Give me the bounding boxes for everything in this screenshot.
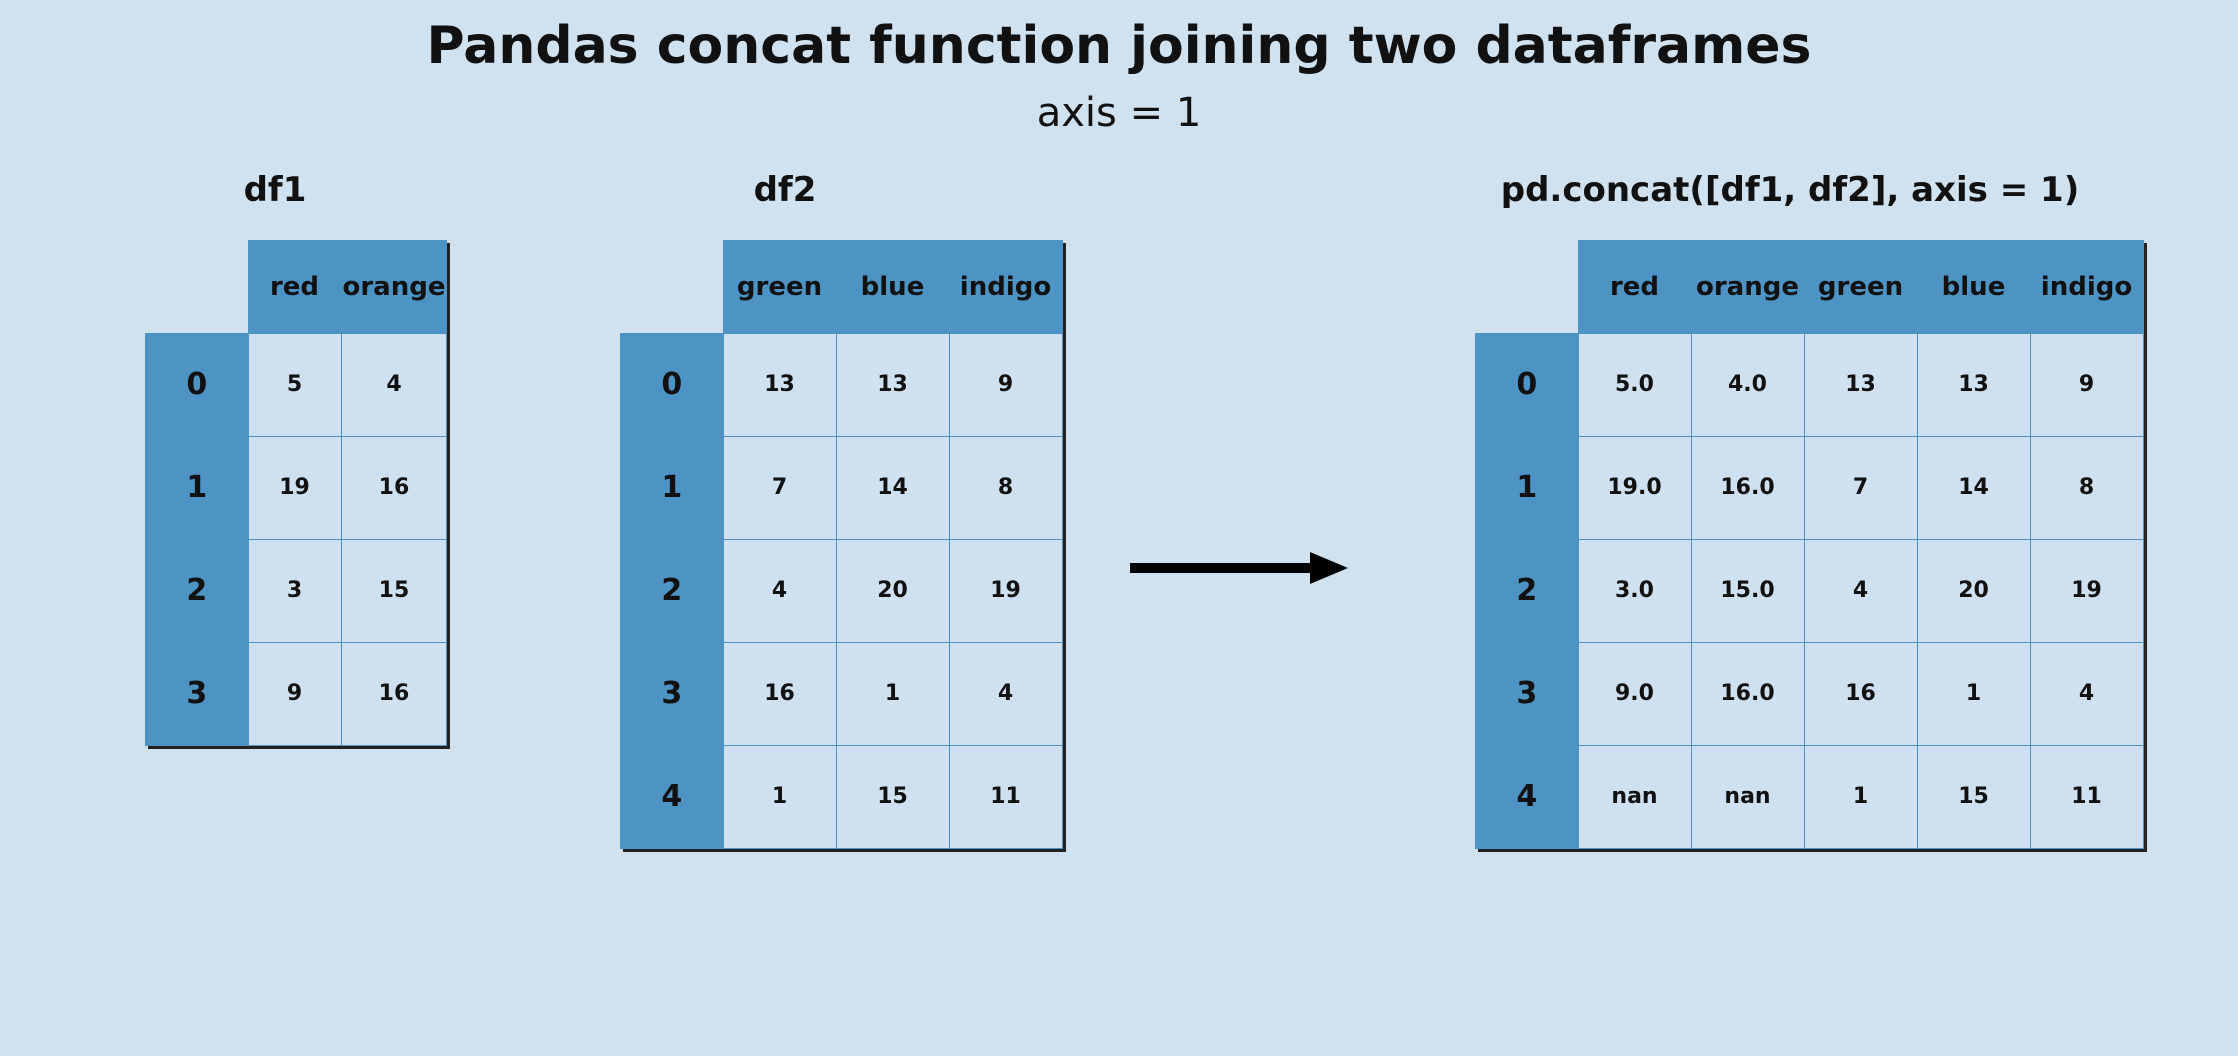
df2-cell: 13	[836, 333, 949, 436]
df2-col-green: green	[723, 241, 836, 334]
df1-cell: 16	[341, 642, 447, 745]
df2-cell: 1	[836, 642, 949, 745]
result-cell: 11	[2030, 745, 2143, 848]
df1-cell: 16	[341, 436, 447, 539]
df1-table: red orange 0 5 4 1 19 16 2 3 15 3 9 16	[145, 240, 447, 746]
result-cell: 13	[1804, 333, 1917, 436]
arrow-right-icon	[1130, 548, 1350, 588]
df2-cell: 1	[723, 745, 836, 848]
df2-idx-1: 1	[621, 436, 724, 539]
result-col-green: green	[1804, 241, 1917, 334]
result-cell: 20	[1917, 539, 2030, 642]
result-cell: 3.0	[1578, 539, 1691, 642]
result-idx-0: 0	[1476, 333, 1579, 436]
df2-col-blue: blue	[836, 241, 949, 334]
page-subtitle: axis = 1	[0, 90, 2238, 136]
result-col-blue: blue	[1917, 241, 2030, 334]
df2-cell: 20	[836, 539, 949, 642]
result-cell: 4	[2030, 642, 2143, 745]
result-cell: 4.0	[1691, 333, 1804, 436]
result-col-red: red	[1578, 241, 1691, 334]
df1-idx-2: 2	[146, 539, 249, 642]
result-cell: 1	[1917, 642, 2030, 745]
df1-title: df1	[110, 170, 440, 210]
result-idx-1: 1	[1476, 436, 1579, 539]
df2-cell: 14	[836, 436, 949, 539]
result-idx-3: 3	[1476, 642, 1579, 745]
df2-cell: 11	[949, 745, 1062, 848]
df1-cell: 19	[248, 436, 341, 539]
df1-idx-3: 3	[146, 642, 249, 745]
df2-idx-0: 0	[621, 333, 724, 436]
result-cell: 16.0	[1691, 436, 1804, 539]
df2-table: green blue indigo 0 13 13 9 1 7 14 8 2 4…	[620, 240, 1063, 849]
result-cell: 15	[1917, 745, 2030, 848]
df1-idx-1: 1	[146, 436, 249, 539]
result-cell: 13	[1917, 333, 2030, 436]
result-cell: 9	[2030, 333, 2143, 436]
df1-col-red: red	[248, 241, 341, 334]
df2-idx-2: 2	[621, 539, 724, 642]
df1-cell: 3	[248, 539, 341, 642]
df2-idx-4: 4	[621, 745, 724, 848]
result-cell: 8	[2030, 436, 2143, 539]
result-cell: 19.0	[1578, 436, 1691, 539]
result-cell: 1	[1804, 745, 1917, 848]
df2-cell: 15	[836, 745, 949, 848]
result-cell: nan	[1578, 745, 1691, 848]
df2-cell: 16	[723, 642, 836, 745]
result-col-indigo: indigo	[2030, 241, 2143, 334]
result-cell: 19	[2030, 539, 2143, 642]
page-title: Pandas concat function joining two dataf…	[0, 16, 2238, 76]
df2-title: df2	[620, 170, 950, 210]
result-col-orange: orange	[1691, 241, 1804, 334]
result-cell: nan	[1691, 745, 1804, 848]
result-cell: 16.0	[1691, 642, 1804, 745]
df1-cell: 4	[341, 333, 447, 436]
result-title: pd.concat([df1, df2], axis = 1)	[1480, 170, 2100, 210]
df1-col-orange: orange	[341, 241, 447, 334]
result-cell: 7	[1804, 436, 1917, 539]
df2-idx-3: 3	[621, 642, 724, 745]
df2-col-indigo: indigo	[949, 241, 1062, 334]
result-cell: 5.0	[1578, 333, 1691, 436]
df2-cell: 9	[949, 333, 1062, 436]
result-cell: 14	[1917, 436, 2030, 539]
result-idx-2: 2	[1476, 539, 1579, 642]
df1-idx-0: 0	[146, 333, 249, 436]
result-cell: 9.0	[1578, 642, 1691, 745]
result-cell: 4	[1804, 539, 1917, 642]
df2-cell: 7	[723, 436, 836, 539]
df2-cell: 4	[949, 642, 1062, 745]
df1-cell: 5	[248, 333, 341, 436]
df2-cell: 13	[723, 333, 836, 436]
df1-cell: 9	[248, 642, 341, 745]
result-table: red orange green blue indigo 0 5.0 4.0 1…	[1475, 240, 2144, 849]
df2-cell: 4	[723, 539, 836, 642]
result-cell: 15.0	[1691, 539, 1804, 642]
df1-cell: 15	[341, 539, 447, 642]
result-cell: 16	[1804, 642, 1917, 745]
result-idx-4: 4	[1476, 745, 1579, 848]
df2-cell: 19	[949, 539, 1062, 642]
df2-cell: 8	[949, 436, 1062, 539]
